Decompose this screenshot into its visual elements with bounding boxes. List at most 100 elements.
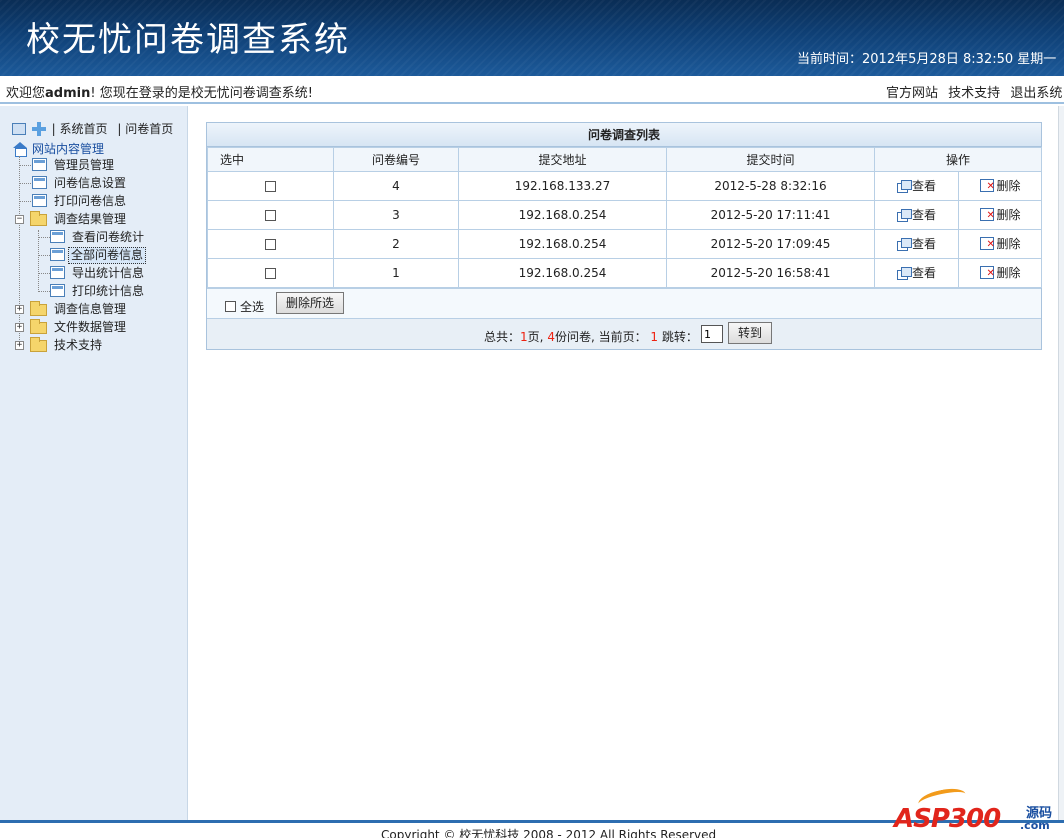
sidebar-item-label: 技术支持 xyxy=(54,338,103,352)
computer-icon xyxy=(12,122,26,135)
watermark-domain: .com xyxy=(1020,819,1050,832)
expand-icon[interactable]: + xyxy=(15,305,24,314)
view-button[interactable]: 查看 xyxy=(896,264,936,281)
delete-cell: 删除 xyxy=(957,200,1043,230)
sidebar-item-label: 打印统计信息 xyxy=(72,284,145,298)
pagination-bar: 总共：1页, 4份问卷, 当前页： 1 跳转： 转到 xyxy=(207,318,1041,349)
tree-line xyxy=(38,291,50,292)
survey-id: 2 xyxy=(333,229,459,259)
delete-button[interactable]: 删除 xyxy=(979,235,1021,252)
submit-address: 192.168.0.254 xyxy=(458,229,667,259)
tree-line xyxy=(38,255,50,256)
table-row: 1 192.168.0.254 2012-5-20 16:58:41 查看 删除 xyxy=(207,258,1043,288)
submit-time: 2012-5-28 8:32:16 xyxy=(666,171,875,201)
row-select-cell xyxy=(207,258,334,288)
app-title: 校无忧问卷调查系统 xyxy=(26,20,350,60)
panel-title: 问卷调查列表 xyxy=(207,123,1041,147)
col-actions: 操作 xyxy=(873,147,1043,172)
row-select-cell xyxy=(207,200,334,230)
view-label: 查看 xyxy=(911,237,936,252)
page-icon xyxy=(50,230,65,243)
watermark-brand: ASP300 xyxy=(894,804,1001,834)
survey-home-link[interactable]: | 问卷首页 xyxy=(117,122,173,136)
view-label: 查看 xyxy=(911,208,936,223)
sidebar-item-label: 全部问卷信息 xyxy=(68,247,147,264)
delete-button[interactable]: 删除 xyxy=(979,206,1021,223)
row-checkbox[interactable] xyxy=(265,210,276,221)
submit-address: 192.168.0.254 xyxy=(458,258,667,288)
view-cell: 查看 xyxy=(874,171,959,201)
pager-count-unit: 份问卷, 当前页： xyxy=(554,330,647,344)
sidebar-item-label: 查看问卷统计 xyxy=(72,230,145,244)
tree-line xyxy=(19,201,31,202)
select-all-checkbox[interactable] xyxy=(225,301,236,312)
view-button[interactable]: 查看 xyxy=(896,206,936,223)
page-icon xyxy=(32,176,47,189)
delete-label: 删除 xyxy=(996,266,1021,280)
collapse-icon[interactable]: − xyxy=(15,215,24,224)
table-row: 4 192.168.133.27 2012-5-28 8:32:16 查看 删除 xyxy=(207,171,1043,201)
tree-line xyxy=(38,273,50,274)
welcome-suffix: ! 您现在登录的是校无忧问卷调查系统! xyxy=(90,86,313,101)
expand-icon[interactable]: + xyxy=(15,341,24,350)
delete-button[interactable]: 删除 xyxy=(979,264,1021,281)
folder-icon xyxy=(30,337,47,352)
logout-link[interactable]: 退出系统 xyxy=(1010,86,1062,101)
system-home-link[interactable]: | 系统首页 xyxy=(52,122,108,136)
delete-icon xyxy=(979,179,996,192)
submit-time: 2012-5-20 17:11:41 xyxy=(666,200,875,230)
current-time: 当前时间：2012年5月28日 8:32:50 星期一 xyxy=(797,52,1057,67)
page-icon xyxy=(50,284,65,297)
table-row: 2 192.168.0.254 2012-5-20 17:09:45 查看 删除 xyxy=(207,229,1043,259)
page-jump-input[interactable] xyxy=(701,325,723,343)
row-checkbox[interactable] xyxy=(265,268,276,279)
delete-cell: 删除 xyxy=(957,258,1043,288)
scrollbar[interactable] xyxy=(1058,106,1064,820)
view-button[interactable]: 查看 xyxy=(896,235,936,252)
view-cell: 查看 xyxy=(874,258,959,288)
expand-icon[interactable]: + xyxy=(15,323,24,332)
table-header-row: 选中 问卷编号 提交地址 提交时间 操作 xyxy=(207,147,1043,172)
official-site-link[interactable]: 官方网站 xyxy=(886,86,938,101)
page-icon xyxy=(32,194,47,207)
delete-label: 删除 xyxy=(996,237,1021,251)
sidebar-item-label: 问卷信息设置 xyxy=(54,176,127,190)
pager-current-page: 1 xyxy=(650,330,659,344)
welcome-bar: 欢迎您admin! 您现在登录的是校无忧问卷调查系统! 官方网站 技术支持 退出… xyxy=(0,76,1064,104)
delete-selected-button[interactable]: 删除所选 xyxy=(276,292,345,314)
sidebar-item-label: 管理员管理 xyxy=(54,158,115,172)
header-banner: 校无忧问卷调查系统 当前时间：2012年5月28日 8:32:50 星期一 xyxy=(0,0,1064,76)
row-checkbox[interactable] xyxy=(265,239,276,250)
top-links: 官方网站 技术支持 退出系统 xyxy=(886,82,1064,101)
tree-line xyxy=(38,230,39,292)
tech-support-link[interactable]: 技术支持 xyxy=(948,86,1000,101)
view-icon xyxy=(896,237,912,251)
delete-cell: 删除 xyxy=(957,229,1043,259)
sidebar-item-label: 调查结果管理 xyxy=(54,212,127,226)
col-submit-address: 提交地址 xyxy=(458,147,667,172)
page-icon xyxy=(50,248,65,261)
welcome-message: 欢迎您admin! 您现在登录的是校无忧问卷调查系统! xyxy=(6,82,313,101)
survey-id: 4 xyxy=(333,171,459,201)
pager-jump-label: 跳转： xyxy=(661,330,698,344)
folder-icon xyxy=(30,319,47,334)
select-all[interactable]: 全选 xyxy=(225,298,264,315)
pager-total-pages: 1 xyxy=(520,330,528,344)
folder-open-icon xyxy=(30,211,47,226)
view-button[interactable]: 查看 xyxy=(896,177,936,194)
row-select-cell xyxy=(207,171,334,201)
view-icon xyxy=(896,179,912,193)
delete-button[interactable]: 删除 xyxy=(979,177,1021,194)
submit-time: 2012-5-20 16:58:41 xyxy=(666,258,875,288)
col-select: 选中 xyxy=(207,147,334,172)
row-checkbox[interactable] xyxy=(265,181,276,192)
pager-total-label: 总共： xyxy=(484,330,521,344)
view-icon xyxy=(896,266,912,280)
tree-line xyxy=(19,183,31,184)
plus-icon[interactable] xyxy=(31,121,46,136)
copyright: Copyright © 校无忧科技 2008 - 2012 All Rights… xyxy=(381,828,717,838)
welcome-prefix: 欢迎您 xyxy=(6,86,46,101)
view-label: 查看 xyxy=(911,266,936,281)
pager-pages-unit: 页, xyxy=(527,330,544,344)
go-button[interactable]: 转到 xyxy=(728,322,773,344)
